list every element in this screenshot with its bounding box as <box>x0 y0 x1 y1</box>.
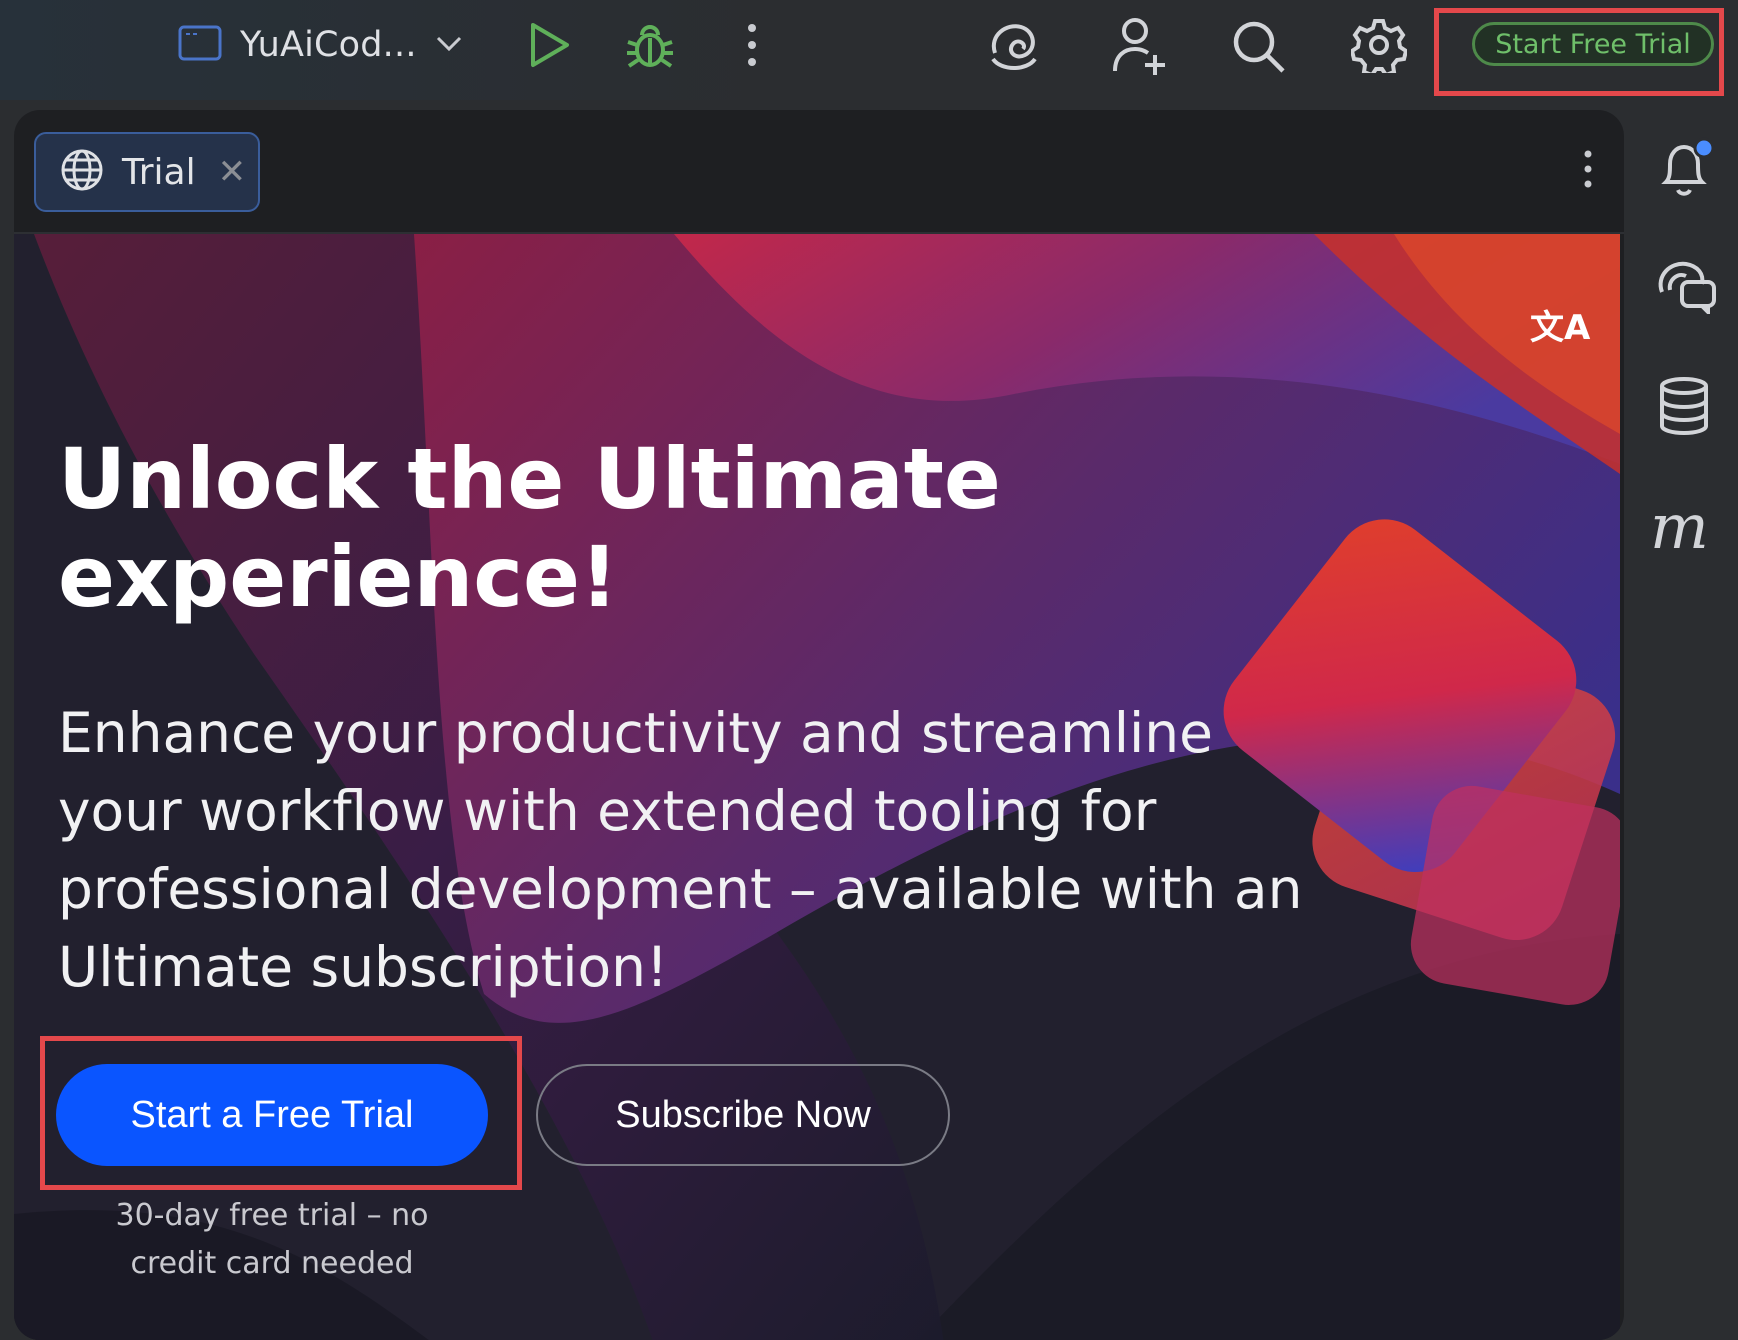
tab-trial[interactable]: Trial ✕ <box>34 132 260 212</box>
subscribe-now-button[interactable]: Subscribe Now <box>536 1064 950 1166</box>
window-icon <box>178 25 222 65</box>
tab-label: Trial <box>122 151 196 193</box>
panel-more-icon[interactable] <box>1582 148 1594 194</box>
hero-headline: Unlock the Ultimate experience! <box>58 430 1258 626</box>
start-a-free-trial-button[interactable]: Start a Free Trial <box>56 1064 488 1166</box>
description-line-1: Enhance your productivity and streamline <box>58 701 1213 765</box>
project-name: YuAiCod... <box>240 25 417 65</box>
debug-icon[interactable] <box>622 18 678 74</box>
settings-icon[interactable] <box>1350 16 1408 74</box>
run-icon[interactable] <box>524 20 574 70</box>
trial-panel: Trial ✕ 文A Unlock the Ultimate experienc… <box>14 110 1624 1340</box>
trial-note-line-1: 30-day free trial – no <box>115 1198 429 1233</box>
headline-line-1: Unlock the Ultimate <box>58 430 1001 528</box>
close-icon[interactable]: ✕ <box>218 152 247 192</box>
notification-bell-icon[interactable] <box>1656 136 1718 204</box>
description-line-2: your workflow with extended tooling for <box>58 779 1157 843</box>
globe-icon <box>60 148 104 196</box>
ai-swirl-icon[interactable] <box>986 18 1042 74</box>
project-selector[interactable]: YuAiCod... <box>178 16 463 74</box>
hero-description: Enhance your productivity and streamline… <box>58 694 1388 1006</box>
headline-line-2: experience! <box>58 528 619 626</box>
add-user-icon[interactable] <box>1110 14 1170 78</box>
right-tool-bar: m <box>1630 110 1738 1324</box>
chevron-down-icon <box>435 33 463 57</box>
start-free-trial-button[interactable]: Start Free Trial <box>1472 22 1714 66</box>
database-icon[interactable] <box>1656 376 1712 440</box>
translate-icon[interactable]: 文A <box>1530 300 1590 349</box>
main-toolbar: YuAiCod... Start Free Trial <box>0 0 1738 100</box>
trial-note-line-2: credit card needed <box>130 1246 414 1281</box>
hero-banner: 文A Unlock the Ultimate experience! Enhan… <box>14 234 1620 1340</box>
description-line-3: professional development – available wit… <box>58 857 1303 921</box>
trial-note: 30-day free trial – no credit card neede… <box>56 1192 488 1288</box>
ai-chat-icon[interactable] <box>1656 258 1718 318</box>
m-plugin-icon[interactable]: m <box>1650 490 1709 563</box>
search-icon[interactable] <box>1230 18 1288 76</box>
description-line-4: Ultimate subscription! <box>58 935 669 999</box>
more-vertical-icon[interactable] <box>740 20 764 70</box>
